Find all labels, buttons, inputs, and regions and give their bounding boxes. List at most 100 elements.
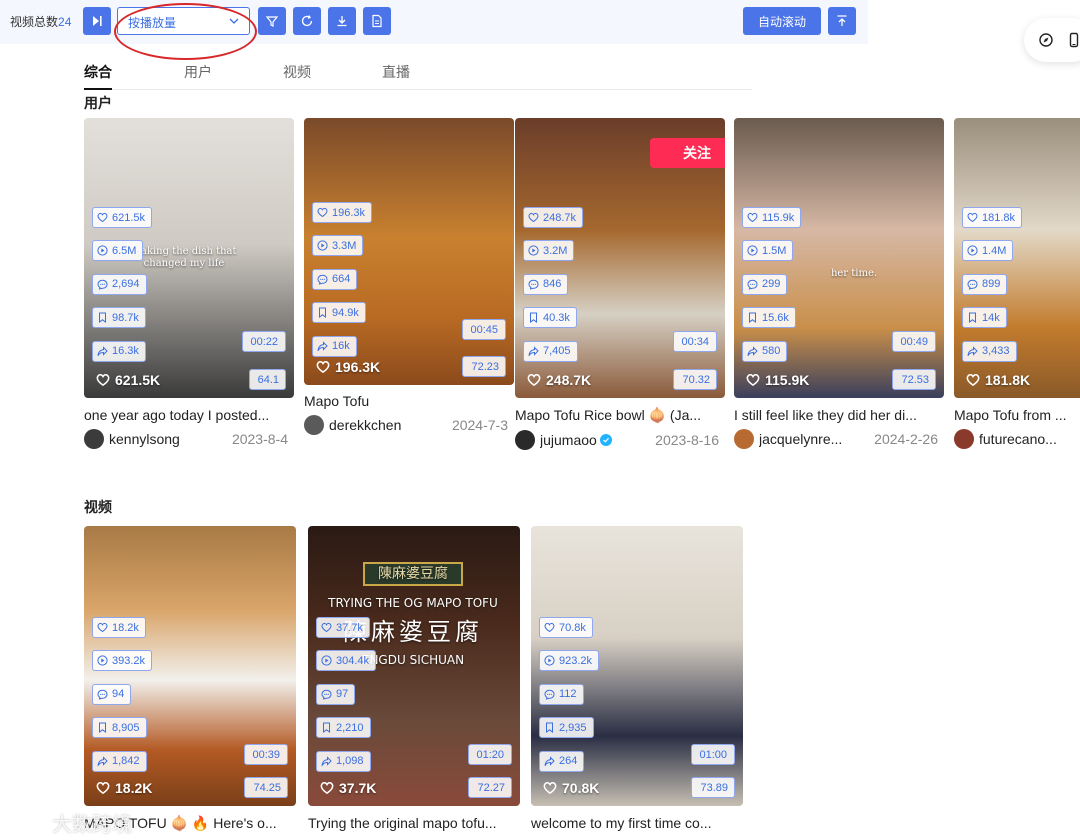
refresh-icon xyxy=(301,15,313,27)
heart-icon xyxy=(746,374,760,387)
likes-stat: 70.8k xyxy=(539,617,593,638)
stat-value: 8,905 xyxy=(112,721,140,734)
comments-stat: 299 xyxy=(742,273,788,295)
avatar[interactable] xyxy=(734,429,754,449)
heart-icon xyxy=(320,782,334,795)
export-button[interactable] xyxy=(363,7,391,35)
author-row: jujumaoo 2023-8-16 xyxy=(515,430,725,450)
user-thumbnail[interactable]: 181.8k 1.4M 899 14k 3,433 181.8K xyxy=(954,118,1080,398)
avatar[interactable] xyxy=(515,430,535,450)
stat-value: 846 xyxy=(543,278,562,291)
video-title[interactable]: Trying the original mapo tofu... xyxy=(308,815,513,831)
stat-value: 115.9k xyxy=(762,211,795,224)
tab-live[interactable]: 直播 xyxy=(382,62,410,82)
total-likes-value: 37.7K xyxy=(339,780,377,796)
user-card[interactable]: 196.3k 3.3M 664 94.9k 16k 00:45 72.23 196.3K Map… xyxy=(304,118,514,435)
comment-icon xyxy=(528,279,539,290)
avatar[interactable] xyxy=(954,429,974,449)
back-to-top-button[interactable] xyxy=(828,7,856,35)
stat-value: 94 xyxy=(112,688,125,701)
share-icon xyxy=(544,755,555,766)
video-thumbnail[interactable]: 陳麻婆豆腐 TRYING THE OG MAPO TOFU 陳麻婆豆腐 ENGDU S… xyxy=(308,526,520,806)
video-thumbnail[interactable]: 70.8k 923.2k 112 2,935 264 01:00 73.89 70.8K xyxy=(531,526,743,806)
compass-icon[interactable] xyxy=(1038,32,1054,48)
author-row: derekkchen 2024-7-3 xyxy=(304,415,514,435)
stat-value: 98.7k xyxy=(112,311,139,324)
shares-stat: 1,098 xyxy=(316,750,371,772)
author-name[interactable]: derekkchen xyxy=(329,417,401,433)
sort-select[interactable]: 按播放量 xyxy=(117,7,250,35)
plays-stat: 923.2k xyxy=(539,650,600,672)
video-title[interactable]: welcome to my first time co... xyxy=(531,815,736,831)
video-thumbnail[interactable]: 18.2k 393.2k 94 8,905 1,842 00:39 74.25 18.2K xyxy=(84,526,296,806)
user-card[interactable]: her time. 115.9k 1.5M 299 15.6k 580 00:49 72.53… xyxy=(734,118,944,449)
publish-date: 2023-8-4 xyxy=(231,431,288,447)
video-card[interactable]: 70.8k 923.2k 112 2,935 264 01:00 73.89 70.8K wel… xyxy=(531,526,743,831)
stat-value: 94.9k xyxy=(332,306,359,319)
follow-button[interactable]: 关注 xyxy=(650,138,725,168)
video-title[interactable]: Mapo Tofu xyxy=(304,393,509,409)
rate-value: 70.32 xyxy=(682,373,710,386)
user-card[interactable]: 181.8k 1.4M 899 14k 3,433 181.8K Mapo Tofu fro… xyxy=(954,118,1080,449)
refresh-button[interactable] xyxy=(293,7,321,35)
video-title[interactable]: Mapo Tofu from ... xyxy=(954,407,1080,423)
heart-icon xyxy=(966,374,980,387)
author-name[interactable]: kennylsong xyxy=(109,431,180,447)
arrow-up-to-top-icon xyxy=(837,15,847,26)
download-button[interactable] xyxy=(328,7,356,35)
user-thumbnail[interactable]: 196.3k 3.3M 664 94.9k 16k 00:45 72.23 196.3K xyxy=(304,118,514,385)
video-card[interactable]: 陳麻婆豆腐 TRYING THE OG MAPO TOFU 陳麻婆豆腐 ENGDU S… xyxy=(308,526,520,831)
bookmark-icon xyxy=(99,722,106,734)
user-thumbnail[interactable]: her time. 115.9k 1.5M 299 15.6k 580 00:49 72.53… xyxy=(734,118,944,398)
tab-videos[interactable]: 视频 xyxy=(283,62,311,82)
video-title[interactable]: I still feel like they did her di... xyxy=(734,407,939,423)
play-circle-icon xyxy=(747,245,758,256)
comments-stat: 94 xyxy=(92,683,132,705)
duration-badge: 00:49 xyxy=(892,331,936,352)
heart-icon xyxy=(528,212,539,223)
author-name[interactable]: futurecano... xyxy=(979,431,1057,447)
user-thumbnail[interactable]: 248.7k 3.2M 846 40.3k 7,405 00:34 70.32 248.7K 关… xyxy=(515,118,725,398)
tab-users[interactable]: 用户 xyxy=(184,62,212,82)
saves-stat: 15.6k xyxy=(742,307,796,329)
user-card[interactable]: 248.7k 3.2M 846 40.3k 7,405 00:34 70.32 248.7K 关… xyxy=(515,118,725,450)
author-name[interactable]: jujumaoo xyxy=(540,432,597,448)
saves-stat: 2,210 xyxy=(316,717,371,739)
avatar[interactable] xyxy=(304,415,324,435)
play-next-button[interactable] xyxy=(83,7,111,35)
toolbar: 视频总数24 按播放量 自动滚动 xyxy=(0,0,868,44)
total-likes-value: 18.2K xyxy=(115,780,153,796)
play-circle-icon xyxy=(97,655,108,666)
avatar[interactable] xyxy=(84,429,104,449)
saves-stat: 2,935 xyxy=(539,717,594,739)
total-likes-value: 181.8K xyxy=(985,372,1031,388)
bookmark-icon xyxy=(319,307,326,319)
brand-logo-icon xyxy=(10,813,48,832)
user-card[interactable]: making the dish that changed my life 621.… xyxy=(84,118,294,449)
author-name[interactable]: jacquelynre... xyxy=(759,431,842,447)
filter-button[interactable] xyxy=(258,7,286,35)
auto-scroll-button[interactable]: 自动滚动 xyxy=(743,7,821,35)
stat-value: 248.7k xyxy=(543,211,577,224)
play-circle-icon xyxy=(544,655,555,666)
shares-stat: 580 xyxy=(742,340,788,362)
shares-stat: 16k xyxy=(312,335,357,357)
video-title[interactable]: Mapo Tofu Rice bowl 🧅 (Ja... xyxy=(515,407,720,424)
likes-stat: 18.2k xyxy=(92,617,146,638)
phone-icon[interactable] xyxy=(1066,32,1080,48)
video-title[interactable]: one year ago today I posted... xyxy=(84,407,289,423)
stat-value: 299 xyxy=(762,278,781,291)
engagement-rate-badge: 70.32 xyxy=(673,369,717,390)
bookmark-icon xyxy=(969,312,976,324)
section-title-videos: 视频 xyxy=(84,499,112,515)
video-card[interactable]: 18.2k 393.2k 94 8,905 1,842 00:39 74.25 18.2K MA… xyxy=(84,526,296,832)
user-thumbnail[interactable]: making the dish that changed my life 621.… xyxy=(84,118,294,398)
shares-stat: 1,842 xyxy=(92,750,147,772)
rate-value: 72.53 xyxy=(901,373,929,386)
comments-stat: 97 xyxy=(316,683,356,705)
likes-stat: 115.9k xyxy=(742,207,802,228)
section-title-users: 用户 xyxy=(84,95,112,111)
tab-all[interactable]: 综合 xyxy=(84,62,112,82)
rate-value: 72.23 xyxy=(471,360,499,373)
stat-value: 580 xyxy=(762,345,781,358)
